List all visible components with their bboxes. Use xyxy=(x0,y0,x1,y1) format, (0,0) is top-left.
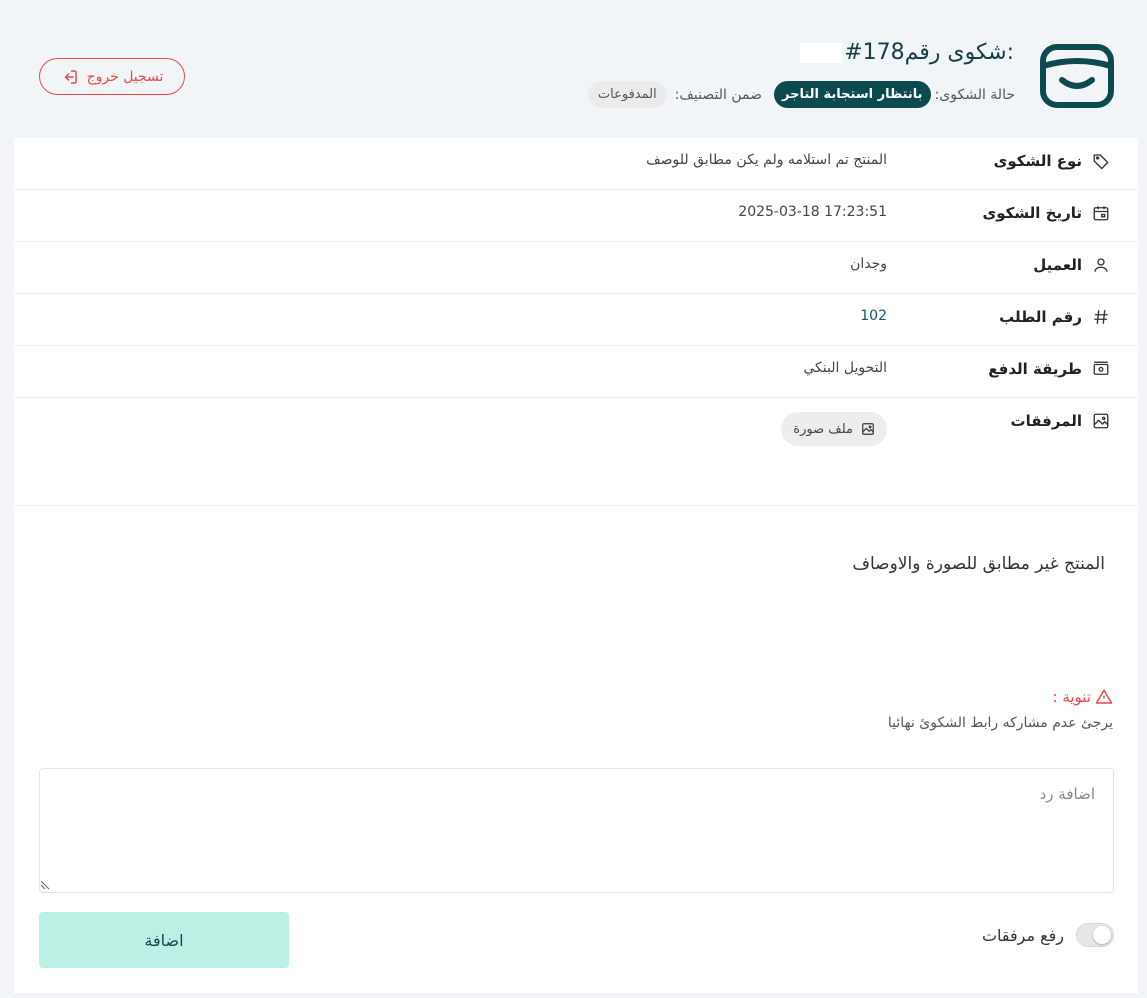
reply-textarea[interactable] xyxy=(39,768,1114,893)
detail-row-order: رقم الطلب 102 xyxy=(14,294,1138,346)
detail-label: طريقة الدفع xyxy=(988,360,1082,378)
category-label: ضمن التصنيف: xyxy=(674,86,762,103)
notice-text: يرجئ عدم مشاركه رابط الشكوئ نهائيا xyxy=(887,715,1113,731)
upload-label: رفع مرفقات xyxy=(981,925,1064,945)
logout-button[interactable]: تسجيل خروج xyxy=(39,58,185,95)
logout-label: تسجيل خروج xyxy=(86,68,164,85)
complaint-description: المنتج غير مطابق للصورة والاوصاف xyxy=(852,554,1105,574)
detail-value: المنتج تم استلامه ولم يكن مطابق للوصف xyxy=(646,152,887,168)
detail-label: نوع الشكوى xyxy=(993,152,1082,170)
resize-handle-icon[interactable] xyxy=(40,880,50,890)
tag-icon xyxy=(1093,154,1109,170)
page-title: #178 شكوى رقم: xyxy=(800,40,1014,65)
detail-row-type: نوع الشكوى المنتج تم استلامه ولم يكن مطا… xyxy=(14,138,1138,190)
notice-title: تنوية : xyxy=(1053,688,1114,706)
complaint-page: #178 شكوى رقم: حالة الشكوى: بانتظار استج… xyxy=(0,0,1147,998)
complaint-title-label: شكوى رقم: xyxy=(904,40,1014,65)
category-badge: المدفوعات xyxy=(587,81,667,108)
status-label: حالة الشكوى: xyxy=(934,86,1015,103)
user-icon xyxy=(1094,258,1108,272)
detail-label: المرفقات xyxy=(1010,412,1082,430)
image-file-icon xyxy=(862,423,874,435)
attachment-chip[interactable]: ملف صورة xyxy=(781,412,887,446)
brand-logo-icon xyxy=(1040,44,1114,108)
title-redaction xyxy=(800,42,843,63)
detail-value: وجدان xyxy=(850,256,887,272)
status-badge: بانتظار استجابة التاجر xyxy=(773,81,931,108)
detail-row-customer: العميل وجدان xyxy=(14,242,1138,294)
calendar-icon xyxy=(1093,206,1109,221)
detail-value: التحويل البنكي xyxy=(803,360,887,376)
complaint-card: نوع الشكوى المنتج تم استلامه ولم يكن مطا… xyxy=(14,138,1138,993)
attachment-label: ملف صورة xyxy=(793,421,853,437)
money-icon xyxy=(1093,361,1109,375)
upload-attachments-row: رفع مرفقات xyxy=(982,923,1114,947)
detail-label: العميل xyxy=(1033,256,1082,274)
submit-reply-button[interactable]: اضافة xyxy=(39,912,289,968)
warning-icon xyxy=(1095,689,1113,704)
order-number-link[interactable]: 102 xyxy=(860,308,887,324)
hash-icon xyxy=(1094,310,1108,324)
detail-value: 2025-03-18 17:23:51 xyxy=(738,204,887,220)
page-header: #178 شكوى رقم: حالة الشكوى: بانتظار استج… xyxy=(0,0,1147,138)
detail-row-payment: طريقة الدفع التحويل البنكي xyxy=(14,346,1138,398)
toggle-knob xyxy=(1093,926,1111,944)
logout-icon xyxy=(64,69,77,84)
image-icon xyxy=(1093,413,1109,429)
detail-row-date: تاريخ الشكوى 2025-03-18 17:23:51 xyxy=(14,190,1138,242)
complaint-number: #178 xyxy=(844,40,905,65)
detail-label: رقم الطلب xyxy=(999,308,1082,326)
notice-title-text: تنوية : xyxy=(1052,688,1092,706)
upload-toggle[interactable] xyxy=(1076,923,1114,947)
detail-row-attachments: المرفقات ملف صورة xyxy=(14,398,1138,506)
detail-label: تاريخ الشكوى xyxy=(982,204,1082,222)
complaint-meta: حالة الشكوى: بانتظار استجابة التاجر ضمن … xyxy=(587,81,1015,108)
